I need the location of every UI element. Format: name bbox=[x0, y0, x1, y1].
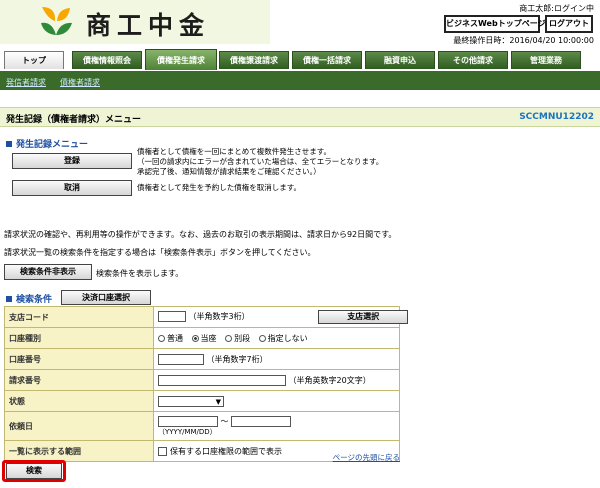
account-number-cell: （半角数字7桁） bbox=[153, 348, 400, 370]
request-number-label: 請求番号 bbox=[4, 369, 154, 391]
account-type-label: 口座種別 bbox=[4, 327, 154, 349]
table-row: 支店コード （半角数字3桁） 支店選択 bbox=[4, 306, 409, 328]
status-label: 状態 bbox=[4, 390, 154, 412]
display-scope-checkbox[interactable] bbox=[158, 446, 167, 456]
main-tabs: トップ 債権情報照会 債権発生請求 債権譲渡請求 債権一括請求 融資申込 その他… bbox=[0, 49, 600, 74]
register-description: 債権者として債権を一回にまとめて複数件発生させます。 （一回の請求内にエラーが含… bbox=[137, 147, 383, 177]
search-heading-text: 検索条件 bbox=[16, 295, 53, 305]
account-type-option-checking: 当座 bbox=[200, 333, 217, 343]
subnav-issuer-request[interactable]: 発信者請求 bbox=[6, 77, 46, 88]
page-title-bar: 発生記録（債権者請求）メニュー SCCMNU12202 bbox=[0, 107, 600, 127]
menu-heading-text: 発生記録メニュー bbox=[16, 140, 89, 150]
info-line-2: 請求状況一覧の検索条件を指定する場合は「検索条件表示」ボタンを押してください。 bbox=[4, 248, 316, 257]
page-title: 発生記録（債権者請求）メニュー bbox=[6, 115, 142, 125]
tab-credit-bulk[interactable]: 債権一括請求 bbox=[292, 51, 362, 69]
toggle-search-button[interactable]: 検索条件非表示 bbox=[4, 264, 92, 280]
account-type-radio-normal[interactable] bbox=[158, 334, 165, 342]
logo-mark-icon bbox=[41, 7, 72, 35]
status-cell: ▼ bbox=[153, 390, 400, 412]
branch-code-cell: （半角数字3桁） 支店選択 bbox=[153, 306, 409, 328]
user-status: 商工太郎:ログイン中 bbox=[519, 4, 594, 13]
section-bullet-icon bbox=[6, 296, 12, 302]
select-account-button[interactable]: 決済口座選択 bbox=[61, 290, 151, 305]
account-type-option-normal: 普通 bbox=[167, 333, 183, 343]
request-number-hint: （半角英数字20文字） bbox=[288, 375, 371, 385]
sub-navigation: 発信者請求 債権者請求 bbox=[0, 74, 600, 90]
top-page-button[interactable]: ビジネスWebトップページへ bbox=[444, 15, 554, 33]
toggle-search-description: 検索条件を表示します。 bbox=[96, 269, 184, 278]
table-row: 状態 ▼ bbox=[4, 390, 400, 412]
menu-heading: 発生記録メニュー bbox=[6, 137, 88, 150]
branch-code-label: 支店コード bbox=[4, 306, 154, 328]
tab-credit-issue[interactable]: 債権発生請求 bbox=[145, 49, 217, 70]
register-desc-line3: 承認完了後、通知情報が請求結果をご確認ください。） bbox=[137, 167, 321, 176]
info-line-1: 請求状況の確認や、再利用等の操作ができます。なお、過去のお取引の表示期間は、請求… bbox=[4, 230, 397, 239]
table-row: 請求番号 （半角英数字20文字） bbox=[4, 369, 400, 391]
account-number-hint: （半角数字7桁） bbox=[206, 354, 268, 364]
tab-admin[interactable]: 管理業務 bbox=[511, 51, 581, 69]
cancel-button[interactable]: 取消 bbox=[12, 180, 132, 196]
tab-credit-transfer[interactable]: 債権譲渡請求 bbox=[219, 51, 289, 69]
request-number-cell: （半角英数字20文字） bbox=[153, 369, 400, 391]
display-scope-option: 保有する口座権限の範囲で表示 bbox=[170, 446, 282, 456]
request-number-input[interactable] bbox=[158, 374, 286, 386]
account-type-cell: 普通 当座 別段 指定しない bbox=[153, 327, 400, 349]
table-row: 依頼日 ～ （YYYY/MM/DD） bbox=[4, 411, 400, 441]
logout-button[interactable]: ログアウト bbox=[545, 15, 593, 33]
table-row: 口座番号 （半角数字7桁） bbox=[4, 348, 400, 370]
request-date-cell: ～ （YYYY/MM/DD） bbox=[153, 411, 400, 441]
account-number-label: 口座番号 bbox=[4, 348, 154, 370]
account-number-input[interactable] bbox=[158, 353, 204, 365]
search-heading: 検索条件 bbox=[6, 292, 52, 305]
register-desc-line1: 債権者として債権を一回にまとめて複数件発生させます。 bbox=[137, 147, 332, 156]
register-button[interactable]: 登録 bbox=[12, 153, 132, 169]
subnav-creditor-request[interactable]: 債権者請求 bbox=[60, 77, 100, 88]
account-type-radio-unspecified[interactable] bbox=[258, 334, 266, 342]
register-desc-line2: （一回の請求内にエラーが含まれていた場合は、全てエラーとなります。 bbox=[137, 157, 384, 166]
account-type-radio-special[interactable] bbox=[225, 334, 233, 342]
tab-other[interactable]: その他請求 bbox=[438, 51, 508, 69]
tab-top[interactable]: トップ bbox=[4, 51, 64, 69]
branch-code-input[interactable] bbox=[158, 311, 186, 322]
table-row: 口座種別 普通 当座 別段 指定しない bbox=[4, 327, 400, 349]
date-format-hint: （YYYY/MM/DD） bbox=[158, 427, 217, 436]
account-type-option-special: 別段 bbox=[234, 333, 251, 343]
date-separator: ～ bbox=[220, 416, 229, 426]
account-type-radio-checking[interactable] bbox=[191, 334, 199, 342]
status-select[interactable]: ▼ bbox=[158, 395, 224, 407]
request-date-label: 依頼日 bbox=[4, 411, 154, 441]
logo-text: 商工中金 bbox=[86, 11, 211, 40]
display-scope-label: 一覧に表示する範囲 bbox=[4, 440, 154, 462]
tab-credit-inquiry[interactable]: 債権情報照会 bbox=[72, 51, 142, 69]
chevron-down-icon: ▼ bbox=[215, 397, 221, 406]
last-operation-time: 最終操作日時：2016/04/20 10:00:00 bbox=[453, 36, 594, 45]
page-top-link[interactable]: ページの先頭に戻る bbox=[333, 452, 400, 463]
request-date-from-input[interactable] bbox=[158, 415, 218, 427]
search-button-highlight bbox=[2, 460, 66, 482]
cancel-description: 債権者として発生を予約した債権を取消します。 bbox=[137, 183, 302, 192]
account-type-option-unspecified: 指定しない bbox=[267, 333, 308, 343]
search-form-table: 支店コード （半角数字3桁） 支店選択 口座種別 普通 当座 別段 指定しない … bbox=[4, 306, 409, 462]
tab-loan[interactable]: 融資申込 bbox=[365, 51, 435, 69]
branch-code-hint: （半角数字3桁） bbox=[188, 312, 250, 321]
select-branch-button[interactable]: 支店選択 bbox=[318, 310, 409, 324]
section-bullet-icon bbox=[6, 141, 12, 147]
request-date-to-input[interactable] bbox=[231, 415, 292, 427]
screen-code: SCCMNU12202 bbox=[519, 112, 594, 122]
